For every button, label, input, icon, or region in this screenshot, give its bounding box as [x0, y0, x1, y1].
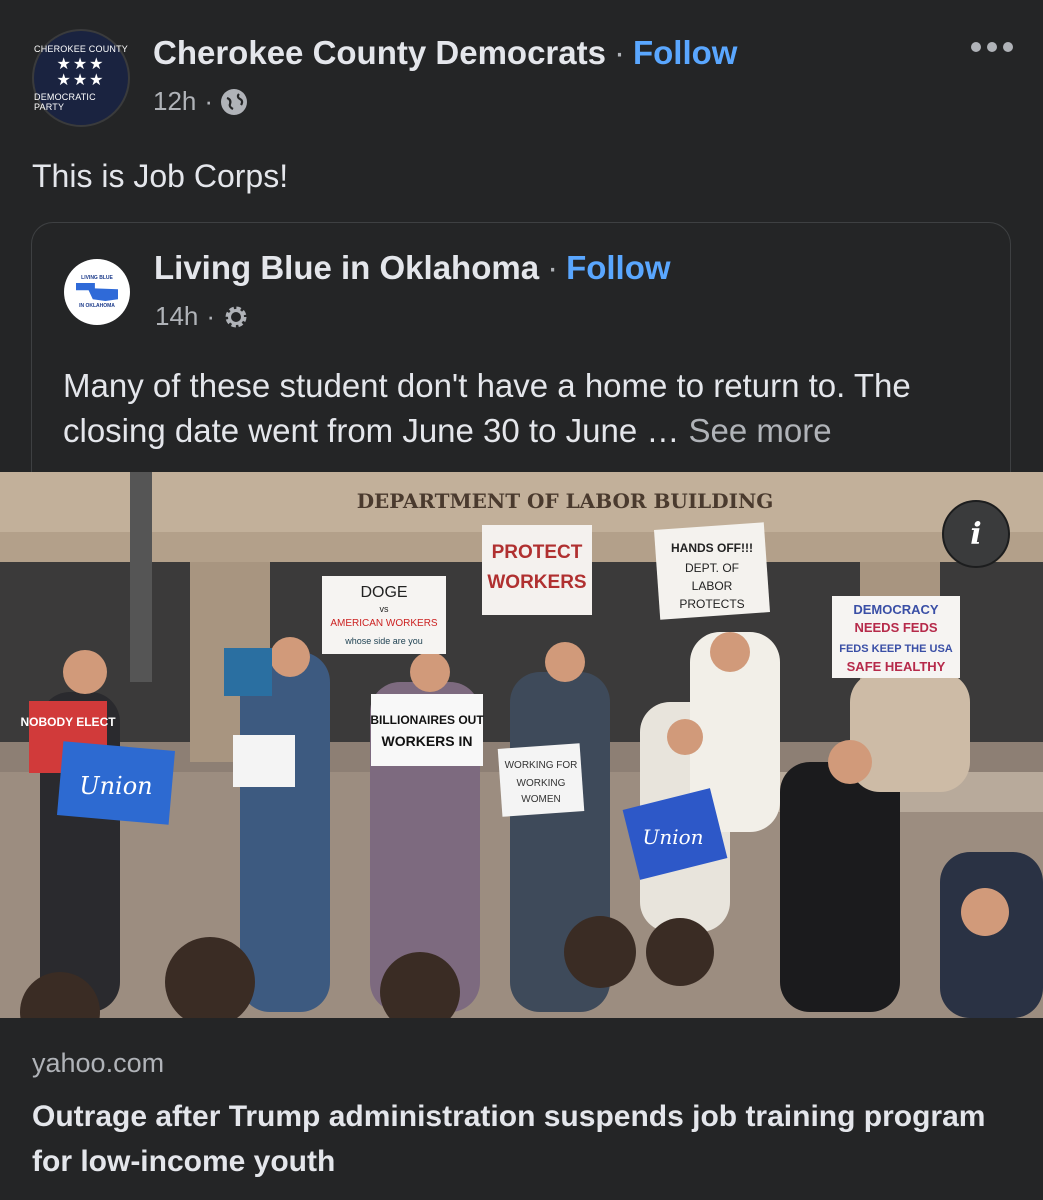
page-name-row: Cherokee County Democrats · Follow [153, 34, 737, 72]
sign-protect-workers: PROTECT WORKERS [482, 525, 592, 615]
shared-post-time[interactable]: 14h [155, 301, 198, 332]
separator-dot: · [206, 301, 216, 331]
shared-post[interactable]: LIVING BLUE IN OKLAHOMA Living Blue in O… [31, 222, 1011, 482]
info-icon[interactable]: i [942, 500, 1010, 568]
svg-text:PROTECT: PROTECT [492, 542, 583, 563]
shared-post-meta: 14h · [155, 301, 249, 332]
post-meta: 12h · [153, 86, 248, 117]
separator-dot: · [547, 249, 559, 286]
svg-text:whose side are you: whose side are you [344, 636, 423, 646]
svg-text:NOBODY ELECT: NOBODY ELECT [20, 715, 116, 729]
svg-text:HANDS OFF!!!: HANDS OFF!!! [671, 541, 753, 555]
svg-text:WORKERS IN: WORKERS IN [382, 733, 473, 749]
globe-icon [221, 88, 248, 115]
sign-democracy: DEMOCRACY NEEDS FEDS FEDS KEEP THE USA S… [832, 596, 960, 678]
shared-page-name-row: Living Blue in Oklahoma · Follow [154, 249, 671, 287]
svg-text:Union: Union [79, 772, 152, 800]
donkey-logo-icon: ★★★ ★★★ [56, 56, 106, 89]
post-photo[interactable]: DEPARTMENT OF LABOR BUILDING PROTECT WOR… [0, 472, 1043, 1018]
shared-page-avatar[interactable]: LIVING BLUE IN OKLAHOMA [64, 259, 130, 325]
avatar-top-text: CHEROKEE COUNTY [34, 44, 129, 54]
svg-text:vs: vs [380, 604, 390, 614]
sign-doge: DOGE vs AMERICAN WORKERS whose side are … [322, 576, 446, 654]
avatar-bottom-text: DEMOCRATIC PARTY [34, 92, 96, 112]
svg-text:WORKING FOR: WORKING FOR [505, 760, 578, 771]
link-domain: yahoo.com [32, 1048, 165, 1078]
svg-text:NEEDS FEDS: NEEDS FEDS [854, 620, 937, 635]
page-avatar[interactable]: CHEROKEE COUNTY ★★★ ★★★ DEMOCRATIC PARTY [32, 29, 130, 127]
info-glyph: i [970, 516, 982, 552]
svg-text:Union: Union [642, 825, 703, 849]
svg-text:DOGE: DOGE [360, 584, 407, 601]
post-header: CHEROKEE COUNTY ★★★ ★★★ DEMOCRATIC PARTY … [0, 0, 1043, 140]
page-name[interactable]: Cherokee County Democrats [153, 34, 606, 71]
shared-post-text: Many of these student don't have a home … [63, 363, 993, 453]
shared-page-name[interactable]: Living Blue in Oklahoma [154, 249, 539, 286]
follow-button[interactable]: Follow [633, 34, 737, 71]
separator-dot: · [204, 86, 214, 116]
sign-hands-off: HANDS OFF!!! DEPT. OF LABOR PROTECTS [653, 522, 771, 620]
gear-icon [223, 304, 249, 330]
svg-text:PROTECTS: PROTECTS [679, 597, 744, 611]
svg-text:LABOR: LABOR [692, 579, 733, 593]
svg-text:DEPT. OF: DEPT. OF [685, 561, 739, 575]
svg-text:WOMEN: WOMEN [521, 794, 560, 805]
svg-text:WORKING: WORKING [517, 778, 566, 789]
svg-text:AMERICAN WORKERS: AMERICAN WORKERS [330, 618, 438, 629]
sign-union-left: Union [56, 741, 176, 825]
sign-people-who-work [233, 735, 295, 787]
separator-dot: · [613, 34, 625, 71]
oklahoma-map-icon [76, 283, 118, 301]
shared-avatar-bottom-text: IN OKLAHOMA [79, 303, 115, 309]
post-caption: This is Job Corps! [32, 158, 289, 194]
see-more-link[interactable]: See more [689, 412, 832, 449]
building-sign: DEPARTMENT OF LABOR BUILDING [357, 489, 774, 513]
svg-text:BILLIONAIRES OUT: BILLIONAIRES OUT [370, 713, 484, 727]
link-title[interactable]: Outrage after Trump administration suspe… [32, 1094, 992, 1184]
link-preview[interactable]: yahoo.com Outrage after Trump administra… [0, 1018, 1043, 1200]
sign-small-blue [224, 648, 272, 696]
sign-billionaires: BILLIONAIRES OUT WORKERS IN [370, 694, 484, 766]
svg-text:WORKERS: WORKERS [487, 572, 586, 593]
svg-text:FEDS KEEP THE USA: FEDS KEEP THE USA [839, 643, 953, 655]
sign-working-women: WORKING FOR WORKING WOMEN [497, 743, 585, 817]
more-options-icon[interactable] [967, 32, 1017, 62]
svg-text:SAFE HEALTHY: SAFE HEALTHY [847, 659, 946, 674]
shared-follow-button[interactable]: Follow [566, 249, 670, 286]
shared-avatar-top-text: LIVING BLUE [81, 275, 113, 281]
svg-text:DEMOCRACY: DEMOCRACY [853, 602, 939, 617]
post-time[interactable]: 12h [153, 86, 196, 117]
